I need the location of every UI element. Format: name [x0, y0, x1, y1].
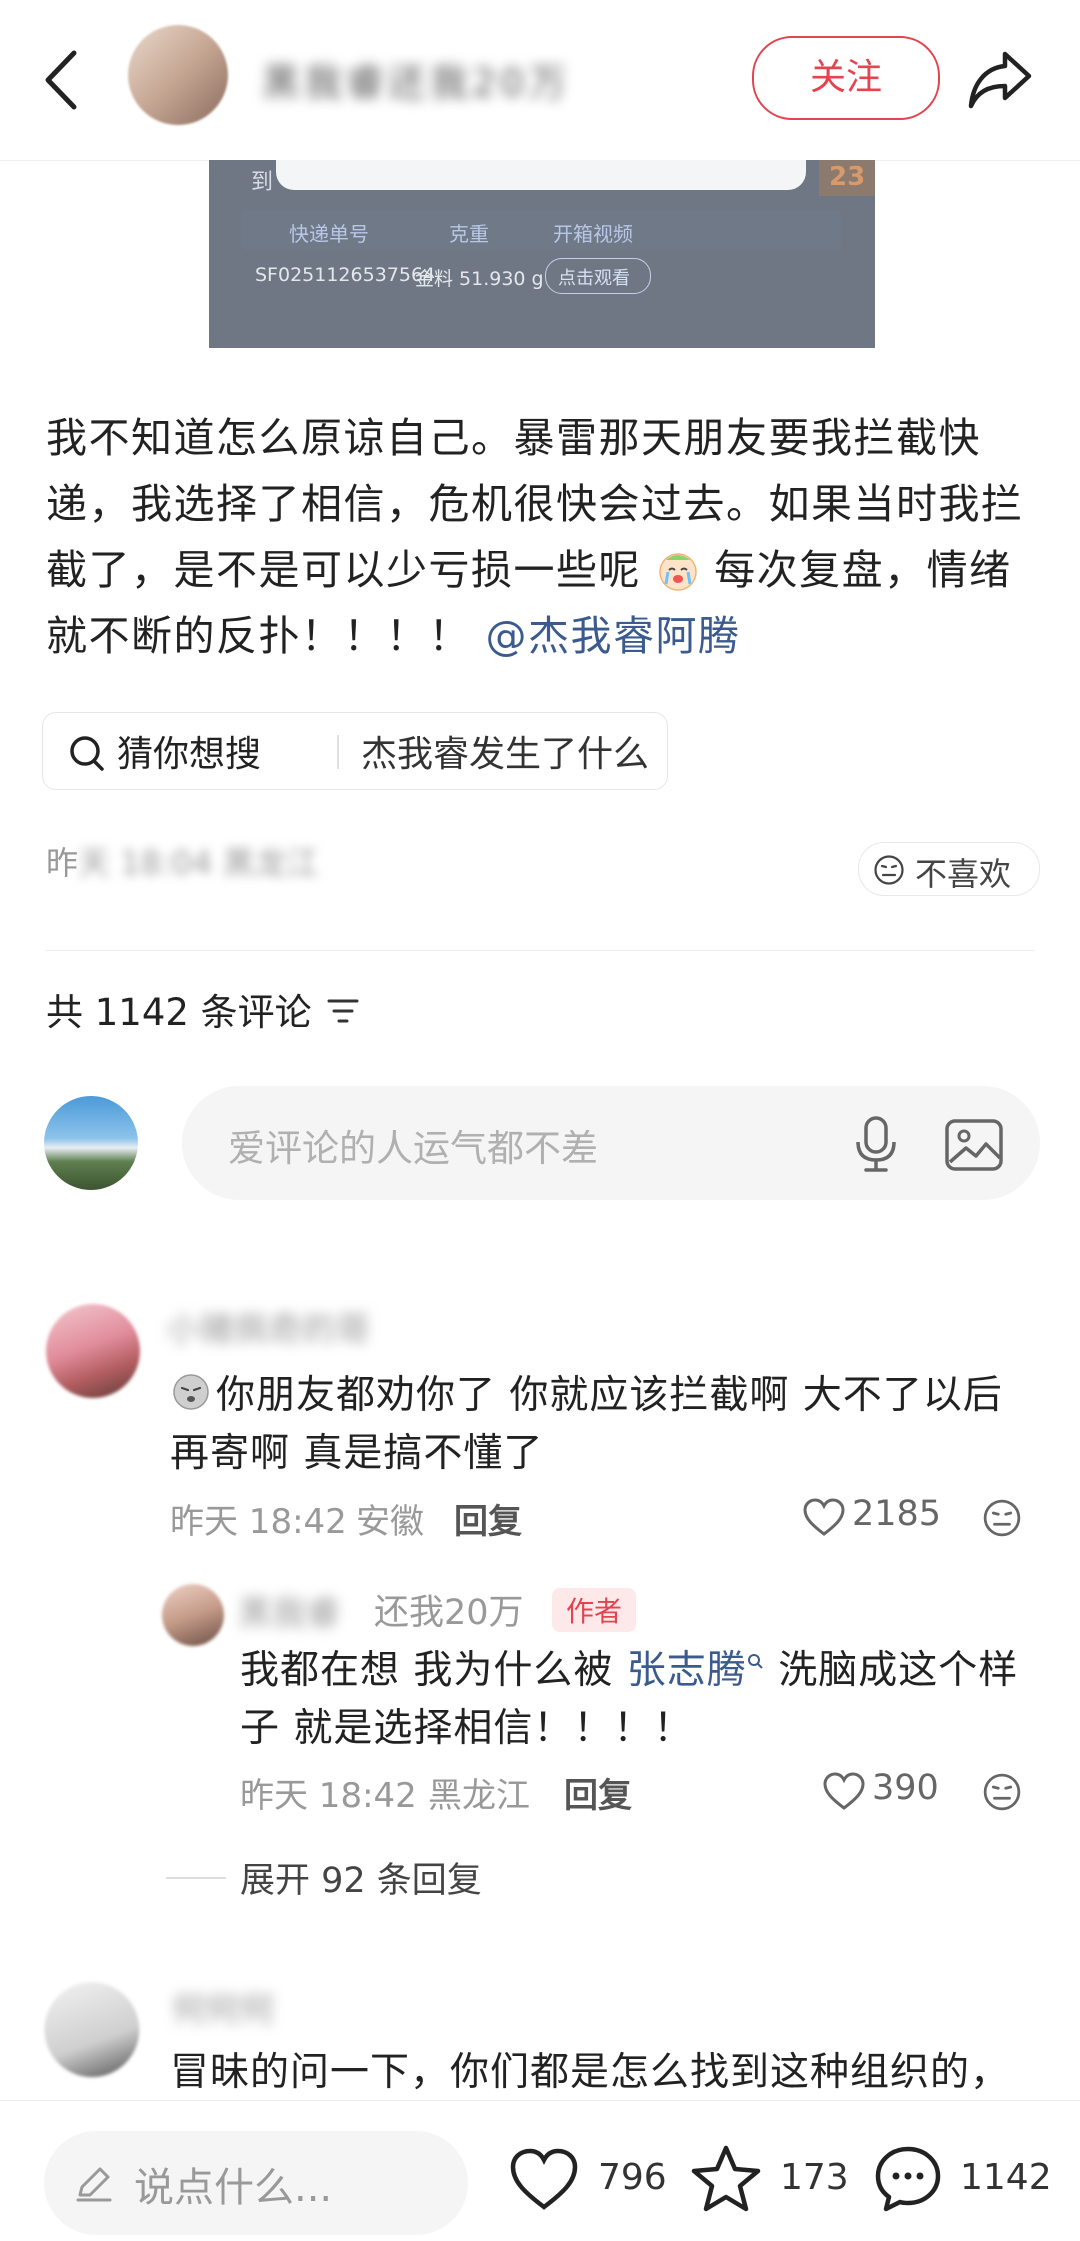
- dislike-face-icon[interactable]: [982, 1772, 1022, 1812]
- post-image[interactable]: 到 23 快递单号 克重 开箱视频 SF0251126537564 金料 51.…: [209, 160, 875, 348]
- reply-name-blurred[interactable]: 黑我睿: [238, 1586, 340, 1635]
- reply-time: 昨天 18:42: [240, 1776, 417, 1816]
- search-icon: [70, 736, 104, 771]
- back-arrow-icon[interactable]: [38, 45, 88, 115]
- search-small-icon: [747, 1654, 763, 1669]
- commenter-name[interactable]: 何何何: [172, 1982, 274, 2031]
- image-badge-number: 23: [829, 162, 866, 192]
- commenter-name[interactable]: 小猪佩奇的哥: [166, 1302, 370, 1351]
- chip-divider: [337, 735, 339, 769]
- neutral-face-icon: [874, 855, 904, 885]
- expand-replies-button[interactable]: 展开 92 条回复: [240, 1852, 482, 1903]
- comment-text: 你朋友都劝你了 你就应该拦截啊 大不了以后再寄啊 真是搞不懂了: [170, 1373, 1003, 1476]
- heart-icon[interactable]: [822, 1772, 866, 1812]
- follow-button[interactable]: 关注: [752, 36, 940, 120]
- comment-time: 昨天 18:42: [170, 1502, 347, 1542]
- image-watch-button: 点击观看: [545, 258, 651, 294]
- image-upload-icon[interactable]: [944, 1118, 1004, 1172]
- commenter-avatar[interactable]: [44, 1982, 140, 2078]
- top-navigation-bar: 黑我睿还我20万 关注: [0, 0, 1080, 161]
- image-col-tracking: 快递单号: [289, 222, 369, 246]
- star-count: 173: [780, 2157, 849, 2198]
- post-mention-link[interactable]: @杰我睿阿腾: [486, 612, 741, 660]
- image-badge: 23: [819, 160, 875, 196]
- post-time-location: 天 18:04 黑龙江: [78, 844, 319, 882]
- say-something-placeholder: 说点什么...: [134, 2165, 333, 2211]
- sort-filter-icon[interactable]: [326, 996, 360, 1026]
- image-col-weight: 克重: [449, 222, 489, 246]
- current-user-avatar: [44, 1096, 138, 1190]
- image-weight-value: 金料 51.930 g: [415, 268, 544, 290]
- comment-input[interactable]: 爱评论的人运气都不差: [182, 1086, 1040, 1200]
- commenter-avatar[interactable]: [46, 1304, 140, 1398]
- share-icon[interactable]: [965, 44, 1035, 114]
- dislike-face-icon[interactable]: [982, 1498, 1022, 1538]
- reply-like-count: 390: [872, 1768, 939, 1808]
- image-watch-label: 点击观看: [558, 268, 630, 289]
- image-popup-edge: [276, 160, 806, 190]
- guess-search-label: 猜你想搜: [117, 734, 262, 775]
- reply-location: 黑龙江: [428, 1776, 530, 1816]
- comment-input-placeholder: 爱评论的人运气都不差: [228, 1127, 598, 1170]
- expand-divider: [166, 1877, 226, 1879]
- dislike-label: 不喜欢: [915, 855, 1012, 893]
- post-time-prefix: 昨: [46, 844, 79, 882]
- star-icon[interactable]: [690, 2143, 762, 2215]
- comment-location: 安徽: [356, 1502, 424, 1542]
- post-body: 我不知道怎么原谅自己。暴雷那天朋友要我拦截快递，我选择了相信，危机很快会过去。如…: [46, 405, 1046, 669]
- comment-count: 共 1142 条评论: [46, 991, 312, 1034]
- reply-link[interactable]: 张志腾: [627, 1648, 747, 1693]
- reply-reply-button[interactable]: 回复: [564, 1768, 632, 1817]
- comment-count-bottom: 1142: [960, 2157, 1052, 2198]
- author-name[interactable]: 黑我睿还我20万: [262, 52, 592, 105]
- pencil-icon: [76, 2167, 112, 2202]
- microphone-icon[interactable]: [848, 1114, 904, 1174]
- guess-search-chip[interactable]: 猜你想搜 杰我睿发生了什么: [42, 712, 668, 790]
- like-count: 2185: [852, 1494, 942, 1534]
- comment-bubble-icon[interactable]: [872, 2143, 944, 2215]
- say-something-input[interactable]: 说点什么...: [44, 2131, 468, 2235]
- bottom-action-bar: 说点什么... 796 173 1142: [0, 2100, 1080, 2241]
- reply-text-before: 我都在想 我为什么被: [240, 1648, 627, 1693]
- image-col-video: 开箱视频: [553, 222, 633, 246]
- heart-icon[interactable]: [802, 1498, 846, 1538]
- comment-text: 冒昧的问一下，你们都是怎么找到这种组织的，: [170, 2050, 1011, 2095]
- image-tracking-number: SF0251126537564: [255, 264, 436, 286]
- author-badge: 作者: [552, 1588, 637, 1632]
- crying-emoji-icon: [658, 553, 697, 591]
- reply-text: 我都在想 我为什么被 张志腾 洗脑成这个样子 就是选择相信！！！！: [240, 1642, 1040, 1758]
- guess-search-query: 杰我睿发生了什么: [361, 734, 650, 775]
- image-text: 到: [251, 170, 274, 195]
- author-avatar[interactable]: [128, 25, 228, 125]
- like-count: 796: [598, 2157, 667, 2198]
- section-divider: [46, 950, 1034, 951]
- reply-button[interactable]: 回复: [454, 1494, 522, 1543]
- dislike-button[interactable]: 不喜欢: [858, 842, 1040, 896]
- like-heart-icon[interactable]: [508, 2145, 580, 2217]
- reply-name[interactable]: 还我20万: [374, 1584, 524, 1635]
- reply-avatar[interactable]: [162, 1584, 224, 1646]
